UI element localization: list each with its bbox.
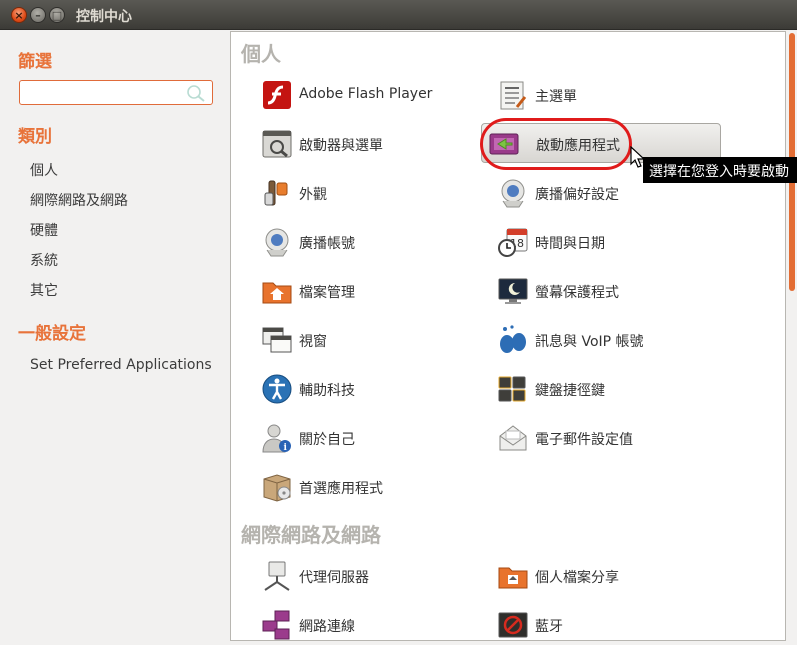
file-sharing-icon bbox=[498, 567, 528, 589]
keyboard-shortcuts-icon bbox=[498, 376, 526, 402]
close-window-button[interactable]: × bbox=[11, 7, 27, 23]
item-file-management[interactable]: 檔案管理 bbox=[261, 275, 481, 315]
item-personal-file-sharing[interactable]: 個人檔案分享 bbox=[497, 560, 717, 600]
file-manager-icon bbox=[262, 282, 292, 304]
screensaver-icon bbox=[498, 278, 528, 304]
search-icon bbox=[187, 85, 205, 102]
item-label: 廣播偏好設定 bbox=[535, 187, 619, 203]
item-label: 代理伺服器 bbox=[299, 570, 369, 586]
messaging-voip-icon bbox=[500, 325, 526, 353]
item-screensaver[interactable]: 螢幕保護程式 bbox=[497, 275, 717, 315]
sidebar: 篩選 類別 個人 網際網路及網路 硬體 系統 其它 一般設定 Set Prefe… bbox=[0, 31, 230, 645]
svg-text:i: i bbox=[284, 443, 288, 453]
item-label: 個人檔案分享 bbox=[535, 570, 619, 586]
time-date-icon: 18 bbox=[498, 228, 528, 257]
item-preferred-applications[interactable]: 首選應用程式 bbox=[261, 471, 481, 511]
item-label: 藍牙 bbox=[535, 619, 563, 635]
set-preferred-applications-link[interactable]: Set Preferred Applications bbox=[30, 357, 212, 373]
item-network-connections[interactable]: 網路連線 bbox=[261, 609, 481, 640]
item-keyboard-shortcuts[interactable]: 鍵盤捷徑鍵 bbox=[497, 373, 717, 413]
window-title: 控制中心 bbox=[76, 9, 132, 25]
category-internet-network[interactable]: 網際網路及網路 bbox=[30, 190, 128, 210]
item-bluetooth[interactable]: 藍牙 bbox=[497, 609, 717, 640]
bluetooth-icon bbox=[498, 612, 528, 638]
item-label: 訊息與 VoIP 帳號 bbox=[535, 334, 644, 350]
accessibility-icon bbox=[262, 374, 292, 404]
filter-heading: 篩選 bbox=[18, 52, 52, 72]
item-main-menu[interactable]: 主選單 bbox=[497, 79, 717, 119]
network-connections-icon bbox=[262, 610, 290, 640]
email-settings-icon bbox=[499, 425, 527, 451]
item-label: 螢幕保護程式 bbox=[535, 285, 619, 301]
filter-input[interactable] bbox=[19, 80, 213, 105]
title-bar: × – □ 控制中心 bbox=[0, 0, 797, 30]
windows-icon bbox=[262, 327, 292, 353]
vertical-scrollbar[interactable] bbox=[787, 31, 797, 641]
main-menu-icon bbox=[500, 81, 527, 110]
category-system[interactable]: 系統 bbox=[30, 250, 58, 270]
item-label: 啟動器與選單 bbox=[299, 138, 383, 154]
preferred-apps-icon bbox=[263, 474, 291, 502]
item-appearance[interactable]: 外觀 bbox=[261, 177, 481, 217]
item-label: 廣播帳號 bbox=[299, 236, 355, 252]
item-label: Adobe Flash Player bbox=[299, 86, 433, 102]
category-personal[interactable]: 個人 bbox=[30, 160, 58, 180]
item-broadcast-preferences[interactable]: 廣播偏好設定 bbox=[497, 177, 717, 217]
category-other[interactable]: 其它 bbox=[30, 280, 58, 300]
item-launcher-and-menus[interactable]: 啟動器與選單 bbox=[261, 128, 481, 168]
item-about-me[interactable]: i 關於自己 bbox=[261, 422, 481, 462]
section-title-internet-network: 網際網路及網路 bbox=[241, 523, 381, 547]
item-assistive-technologies[interactable]: 輔助科技 bbox=[261, 373, 481, 413]
broadcast-prefs-icon bbox=[501, 179, 525, 208]
about-me-icon: i bbox=[262, 424, 291, 453]
maximize-window-button[interactable]: □ bbox=[49, 7, 65, 23]
section-title-personal: 個人 bbox=[241, 42, 281, 66]
appearance-icon bbox=[264, 180, 288, 206]
item-label: 主選單 bbox=[535, 89, 577, 105]
item-email-settings[interactable]: 電子郵件設定值 bbox=[497, 422, 717, 462]
item-label: 首選應用程式 bbox=[299, 481, 383, 497]
item-label: 輔助科技 bbox=[299, 383, 355, 399]
item-adobe-flash-player[interactable]: Adobe Flash Player bbox=[261, 79, 481, 119]
item-label: 網路連線 bbox=[299, 619, 355, 635]
item-label: 鍵盤捷徑鍵 bbox=[535, 383, 605, 399]
item-label: 視窗 bbox=[299, 334, 327, 350]
item-label: 外觀 bbox=[299, 187, 327, 203]
highlight-annotation bbox=[480, 118, 632, 170]
item-label: 電子郵件設定值 bbox=[535, 432, 633, 448]
broadcast-accounts-icon bbox=[265, 228, 289, 257]
category-hardware[interactable]: 硬體 bbox=[30, 220, 58, 240]
item-messaging-voip-accounts[interactable]: 訊息與 VoIP 帳號 bbox=[497, 324, 737, 364]
item-label: 關於自己 bbox=[299, 432, 355, 448]
tooltip: 選擇在您登入時要啟動 bbox=[643, 157, 797, 183]
item-broadcast-accounts[interactable]: 廣播帳號 bbox=[261, 226, 481, 266]
proxy-icon bbox=[264, 561, 290, 591]
item-network-proxy[interactable]: 代理伺服器 bbox=[261, 560, 481, 600]
item-time-and-date[interactable]: 18 時間與日期 bbox=[497, 226, 717, 266]
minimize-window-button[interactable]: – bbox=[30, 7, 46, 23]
item-label: 檔案管理 bbox=[299, 285, 355, 301]
flash-icon bbox=[263, 81, 291, 109]
category-heading: 類別 bbox=[18, 127, 52, 147]
item-windows[interactable]: 視窗 bbox=[261, 324, 481, 364]
general-heading: 一般設定 bbox=[18, 324, 86, 344]
item-label: 時間與日期 bbox=[535, 236, 605, 252]
launcher-icon bbox=[262, 130, 292, 158]
